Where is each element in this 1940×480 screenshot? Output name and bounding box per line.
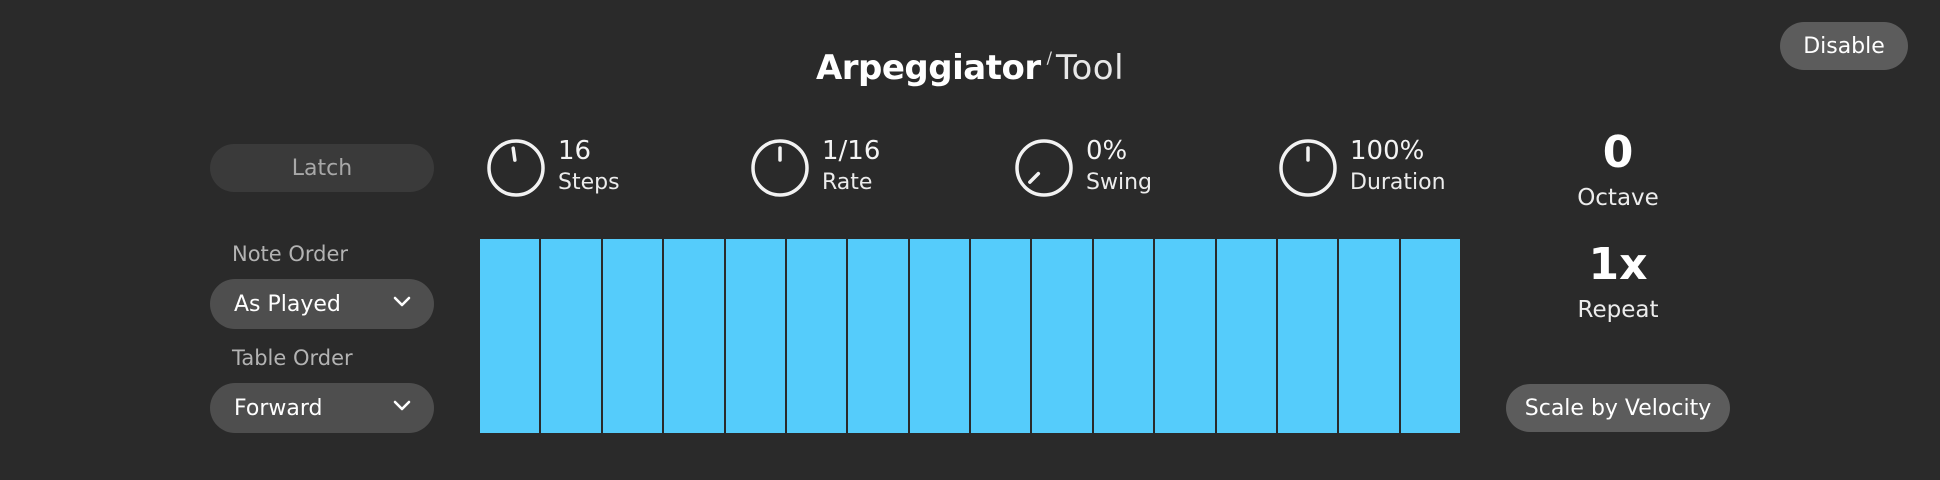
swing-label: Swing	[1086, 170, 1152, 195]
app-title-tool: Tool	[1055, 48, 1125, 88]
step-cell-3[interactable]	[602, 239, 663, 433]
scale-by-velocity-button[interactable]: Scale by Velocity	[1506, 384, 1730, 432]
swing-value: 0%	[1086, 136, 1128, 166]
repeat-label: Repeat	[1577, 297, 1659, 323]
app-title-brand: Arpeggiator	[815, 48, 1041, 88]
rate-label: Rate	[822, 170, 873, 195]
step-grid	[480, 239, 1460, 433]
step-cell-13[interactable]	[1216, 239, 1276, 433]
step-cell-6[interactable]	[786, 239, 847, 433]
step-cell-7[interactable]	[848, 239, 908, 433]
rate-knob-icon[interactable]	[750, 138, 810, 198]
note-order-select[interactable]: As Played	[210, 279, 434, 329]
duration-knob-icon[interactable]	[1278, 138, 1338, 198]
chevron-down-icon	[393, 296, 411, 307]
table-order-value: Forward	[234, 395, 323, 421]
duration-label: Duration	[1350, 170, 1446, 195]
octave-value[interactable]: 0	[1528, 128, 1708, 178]
repeat-value[interactable]: 1x	[1528, 240, 1708, 290]
step-cell-15[interactable]	[1339, 239, 1399, 433]
app-title-slash: /	[1046, 48, 1052, 67]
duration-value: 100%	[1350, 136, 1425, 166]
step-cell-16[interactable]	[1400, 239, 1460, 433]
steps-knob-icon[interactable]	[486, 138, 546, 198]
steps-value: 16	[558, 136, 592, 166]
step-cell-10[interactable]	[1032, 239, 1092, 433]
step-cell-11[interactable]	[1093, 239, 1154, 433]
chevron-down-icon	[393, 400, 411, 411]
rate-value: 1/16	[822, 136, 881, 166]
latch-button[interactable]: Latch	[210, 144, 434, 192]
step-cell-9[interactable]	[971, 239, 1031, 433]
disable-button[interactable]: Disable	[1780, 22, 1908, 70]
swing-knob-icon[interactable]	[1014, 138, 1074, 198]
table-order-label: Table Order	[232, 346, 353, 370]
step-cell-12[interactable]	[1155, 239, 1215, 433]
step-cell-1[interactable]	[480, 239, 540, 433]
step-cell-5[interactable]	[725, 239, 785, 433]
octave-label: Octave	[1577, 185, 1659, 211]
app-title: Arpeggiator / Tool	[0, 38, 1940, 88]
note-order-label: Note Order	[232, 242, 349, 266]
step-cell-4[interactable]	[664, 239, 724, 433]
note-order-value: As Played	[234, 291, 341, 317]
step-cell-8[interactable]	[909, 239, 969, 433]
step-cell-2[interactable]	[541, 239, 601, 433]
steps-label: Steps	[558, 170, 620, 195]
table-order-select[interactable]: Forward	[210, 383, 434, 433]
step-cell-14[interactable]	[1277, 239, 1338, 433]
